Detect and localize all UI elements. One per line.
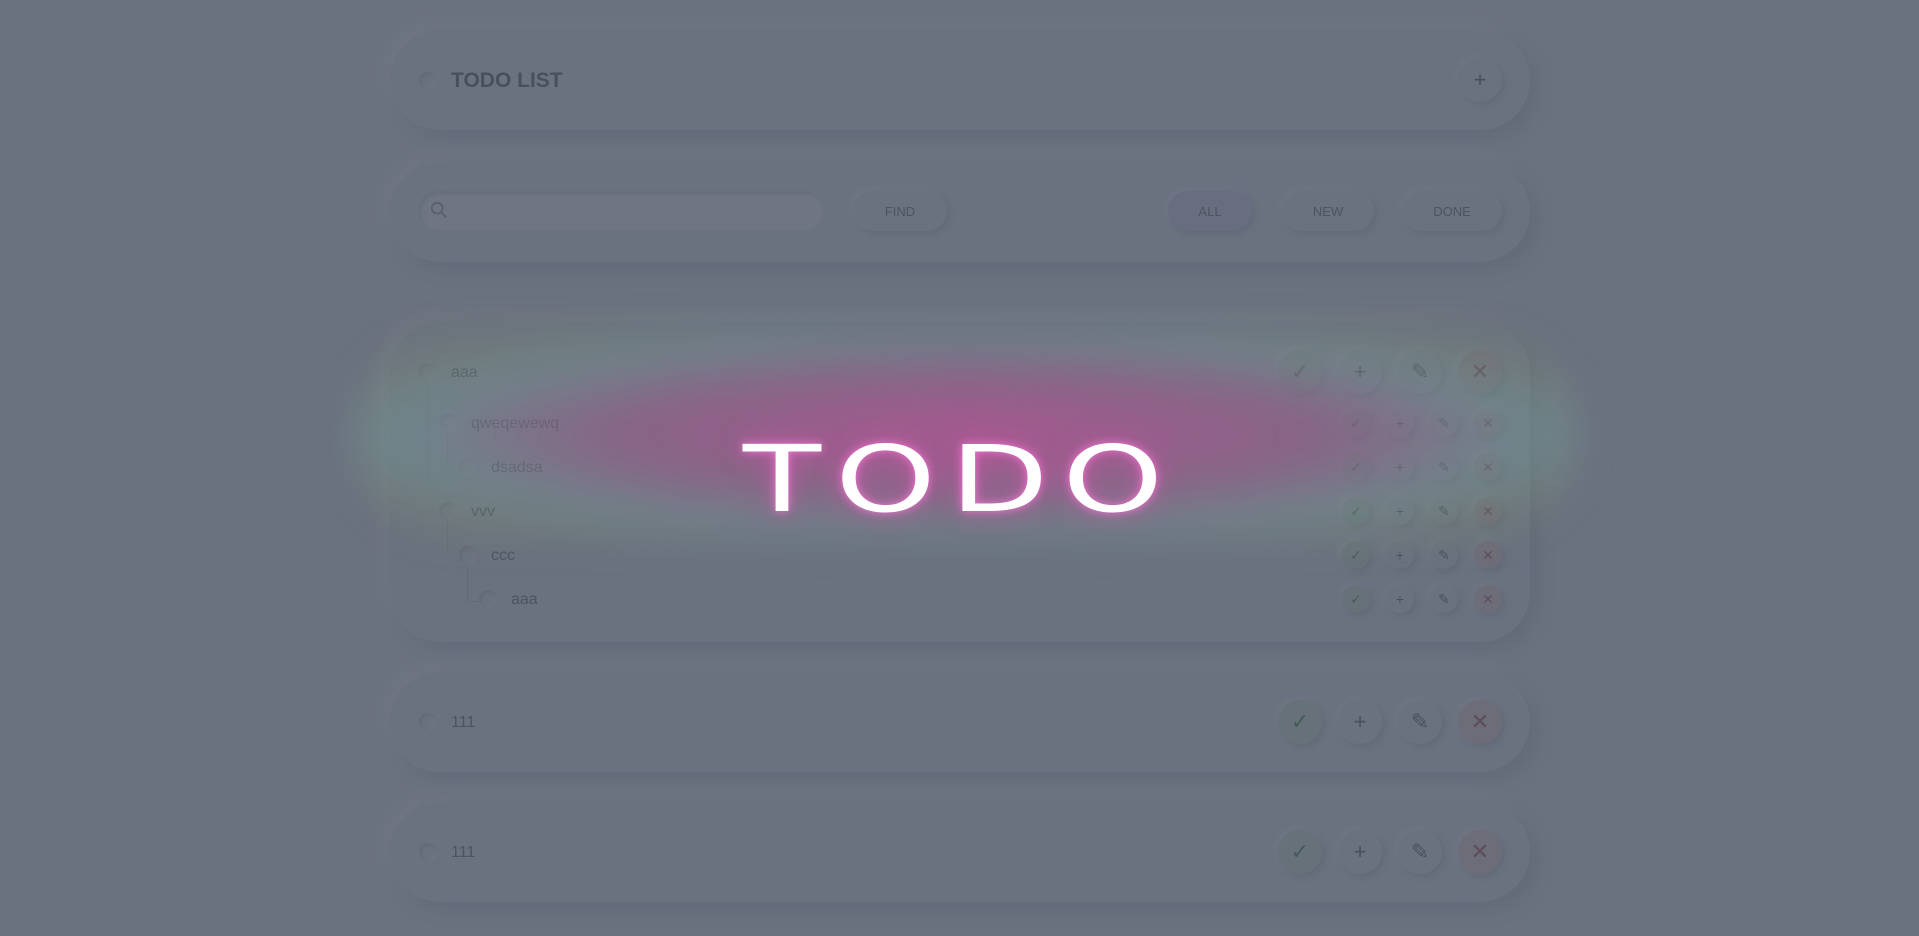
add-subitem-button[interactable]: +	[1338, 700, 1382, 744]
delete-button[interactable]: ✕	[1458, 830, 1502, 874]
todo-item-label: 111	[451, 714, 476, 731]
delete-button[interactable]: ✕	[1474, 409, 1502, 437]
edit-button[interactable]: ✎	[1430, 409, 1458, 437]
todo-item-label: aaa	[511, 591, 538, 608]
header-checkbox[interactable]	[419, 72, 437, 90]
todo-item-label: 111	[451, 844, 476, 861]
delete-button[interactable]: ✕	[1458, 700, 1502, 744]
filter-all-button[interactable]: ALL	[1168, 191, 1252, 231]
edit-button[interactable]: ✎	[1430, 541, 1458, 569]
add-list-button[interactable]: +	[1458, 58, 1502, 102]
find-button[interactable]: FIND	[853, 191, 947, 231]
item-checkbox[interactable]	[419, 713, 437, 731]
add-subitem-button[interactable]: +	[1338, 350, 1382, 394]
page-title: TODO LIST	[451, 69, 563, 92]
search-icon	[430, 201, 447, 218]
delete-button[interactable]: ✕	[1474, 541, 1502, 569]
done-button[interactable]: ✓	[1278, 350, 1322, 394]
done-button[interactable]: ✓	[1278, 830, 1322, 874]
item-checkbox[interactable]	[419, 363, 437, 381]
search-box[interactable]	[418, 191, 824, 233]
edit-button[interactable]: ✎	[1398, 700, 1442, 744]
item-checkbox[interactable]	[479, 590, 497, 608]
add-subitem-button[interactable]: +	[1386, 585, 1414, 613]
item-checkbox[interactable]	[439, 414, 457, 432]
edit-button[interactable]: ✎	[1398, 350, 1442, 394]
item-checkbox[interactable]	[419, 843, 437, 861]
add-subitem-button[interactable]: +	[1338, 830, 1382, 874]
todo-logo: TODO	[742, 426, 1178, 534]
edit-button[interactable]: ✎	[1398, 830, 1442, 874]
filter-done-button[interactable]: DONE	[1402, 191, 1502, 231]
done-button[interactable]: ✓	[1342, 409, 1370, 437]
todo-item-label: aaa	[451, 364, 478, 381]
filter-new-button[interactable]: NEW	[1282, 191, 1374, 231]
add-subitem-button[interactable]: +	[1386, 409, 1414, 437]
add-subitem-button[interactable]: +	[1386, 541, 1414, 569]
search-input[interactable]	[454, 191, 818, 233]
done-button[interactable]: ✓	[1278, 700, 1322, 744]
todo-item-label: qweqewewq	[471, 415, 560, 432]
delete-button[interactable]: ✕	[1458, 350, 1502, 394]
done-button[interactable]: ✓	[1342, 541, 1370, 569]
edit-button[interactable]: ✎	[1430, 585, 1458, 613]
todo-item-label: ccc	[491, 547, 515, 564]
item-checkbox[interactable]	[459, 546, 477, 564]
done-button[interactable]: ✓	[1342, 585, 1370, 613]
delete-button[interactable]: ✕	[1474, 585, 1502, 613]
